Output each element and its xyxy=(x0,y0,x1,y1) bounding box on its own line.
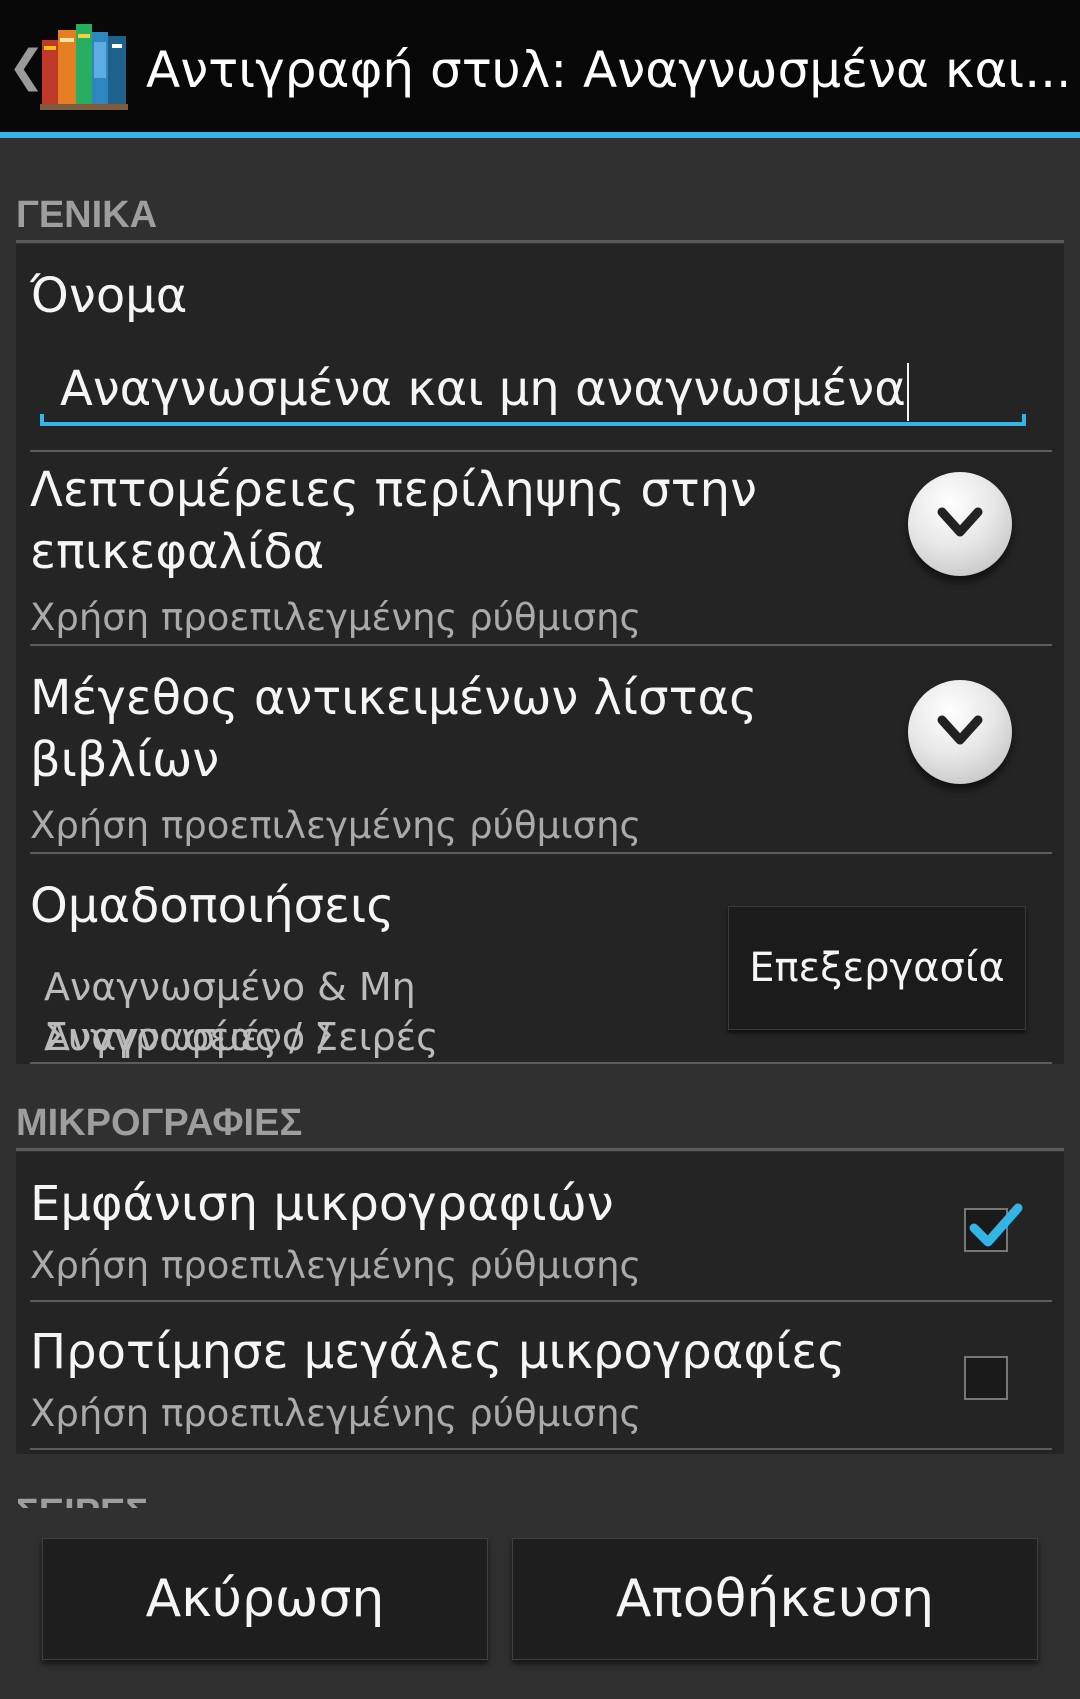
summary-details-dropdown-button[interactable] xyxy=(908,472,1012,576)
list-item-size-title-line2: βιβλίων xyxy=(30,732,220,788)
chevron-down-icon xyxy=(937,507,983,537)
groupings-title: Ομαδοποιήσεις xyxy=(30,878,395,934)
divider xyxy=(30,852,1052,854)
save-button[interactable]: Αποθήκευση xyxy=(512,1538,1038,1660)
action-bar: ❮ Αντιγραφή στυλ: Αναγνωσμένα και... xyxy=(0,0,1080,138)
section-header-thumbnails: ΜΙΚΡΟΓΡΑΦΙΕΣ xyxy=(16,1098,1064,1151)
chevron-down-icon xyxy=(937,715,983,745)
show-thumbnails-summary: Χρήση προεπιλεγμένης ρύθμισης xyxy=(30,1244,642,1287)
prefer-large-thumbnails-checkbox[interactable] xyxy=(964,1356,1008,1400)
summary-details-summary: Χρήση προεπιλεγμένης ρύθμισης xyxy=(30,596,642,639)
divider xyxy=(30,450,1052,452)
summary-details-title-line1: Λεπτομέρειες περίληψης στην xyxy=(30,462,757,518)
divider xyxy=(30,1448,1052,1450)
groupings-summary-line2: Συγγραφέας / Σειρές xyxy=(44,1015,439,1059)
page-title: Αντιγραφή στυλ: Αναγνωσμένα και... xyxy=(146,41,1066,99)
section-header-general: ΓΕΝΙΚΑ xyxy=(16,190,1064,243)
prefer-large-thumbnails-summary: Χρήση προεπιλεγμένης ρύθμισης xyxy=(30,1392,642,1435)
list-item-size-dropdown-button[interactable] xyxy=(908,680,1012,784)
list-item-size-summary: Χρήση προεπιλεγμένης ρύθμισης xyxy=(30,804,642,847)
show-thumbnails-title: Εμφάνιση μικρογραφιών xyxy=(30,1176,614,1232)
back-icon[interactable]: ❮ xyxy=(8,40,45,94)
prefer-large-thumbnails-title: Προτίμησε μεγάλες μικρογραφίες xyxy=(30,1324,846,1380)
thumbnails-card: Εμφάνιση μικρογραφιών Χρήση προεπιλεγμέν… xyxy=(16,1152,1064,1454)
groupings-edit-button[interactable]: Επεξεργασία xyxy=(728,906,1026,1030)
check-icon xyxy=(969,1203,1023,1247)
settings-scroll-area[interactable]: ΓΕΝΙΚΑ Όνομα Αναγνωσμένα και μη αναγνωσμ… xyxy=(0,138,1080,1498)
divider xyxy=(30,644,1052,646)
divider xyxy=(30,1062,1052,1064)
general-card: Όνομα Αναγνωσμένα και μη αναγνωσμένα Λεπ… xyxy=(16,244,1064,1064)
cancel-button[interactable]: Ακύρωση xyxy=(42,1538,488,1660)
list-item-size-title-line1: Μέγεθος αντικειμένων λίστας xyxy=(30,670,758,726)
show-thumbnails-checkbox[interactable] xyxy=(964,1203,1023,1252)
bottom-button-bar: Ακύρωση Αποθήκευση xyxy=(0,1508,1080,1699)
divider xyxy=(30,1300,1052,1302)
name-input-value: Αναγνωσμένα και μη αναγνωσμένα xyxy=(60,361,906,417)
books-icon[interactable] xyxy=(40,22,128,112)
name-input[interactable]: Αναγνωσμένα και μη αναγνωσμένα xyxy=(40,352,1026,426)
name-label: Όνομα xyxy=(30,268,188,324)
section-header-series: ΣΕΙΡΕΣ xyxy=(16,1488,148,1510)
text-cursor xyxy=(906,363,909,421)
summary-details-title-line2: επικεφαλίδα xyxy=(30,524,325,580)
